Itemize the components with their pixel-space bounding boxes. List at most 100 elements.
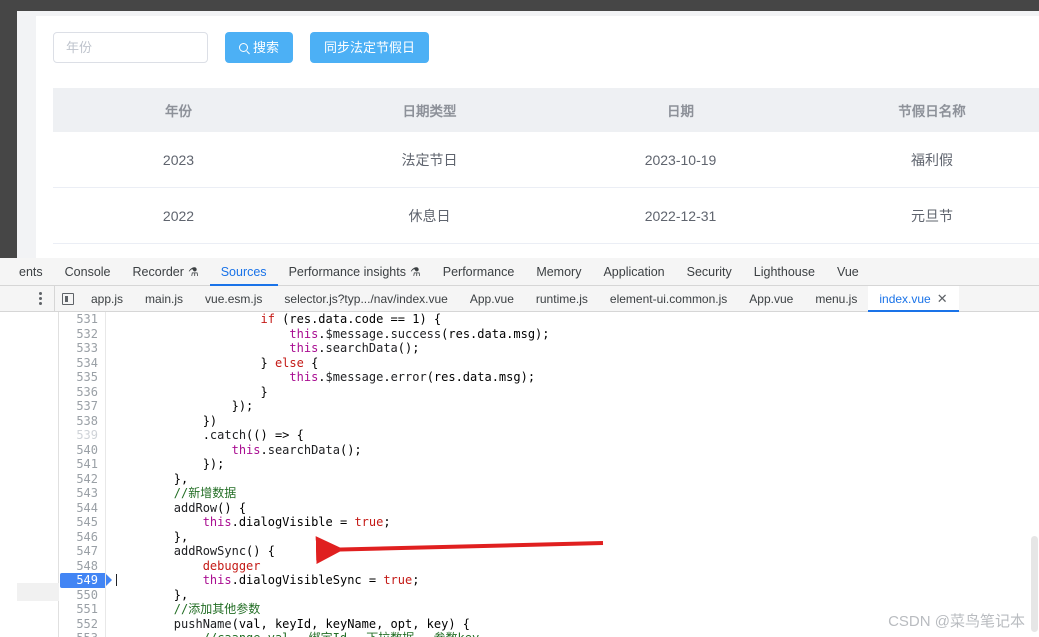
file-tab-label: selector.js?typ.../nav/index.vue (284, 291, 448, 306)
column-header-year: 年份 (165, 104, 192, 119)
column-header-date: 日期 (667, 104, 694, 119)
devtools-tab-bar: ents Console Recorder ⚗ Sources Performance i… (0, 258, 1039, 286)
cell-date-type: 休息日 (408, 207, 451, 224)
web-page-area: 搜索 同步法定节假日 年份 日期类型 日期 节假日名称 2023 法定节日 20… (17, 11, 1039, 258)
line-number[interactable]: 551 (60, 602, 105, 617)
code-line-content: .catch(() => { (105, 428, 1039, 443)
table-row[interactable]: 2022 休息日 2022-12-31 元旦节 (53, 188, 1039, 244)
more-options-icon[interactable] (26, 286, 54, 312)
navigator-pane[interactable] (17, 312, 59, 637)
devtools-tab-performance-insights[interactable]: Performance insights ⚗ (278, 258, 432, 286)
close-icon[interactable]: ✕ (937, 286, 948, 312)
code-line[interactable]: 545 this.dialogVisible = true; (60, 515, 1039, 530)
devtools-tab-lighthouse[interactable]: Lighthouse (743, 258, 826, 286)
code-line[interactable]: 547 addRowSync() { (60, 544, 1039, 559)
line-number[interactable]: 536 (60, 384, 105, 399)
file-tab-element-ui-common-js[interactable]: element-ui.common.js (599, 286, 738, 312)
devtools-tab-recorder[interactable]: Recorder ⚗ (122, 258, 210, 286)
devtools-tab-ents[interactable]: ents (8, 258, 54, 286)
code-line[interactable]: 539 .catch(() => { (60, 428, 1039, 443)
code-line[interactable]: 538 }) (60, 413, 1039, 428)
file-tab-selector-js-typ-nav-index-vue[interactable]: selector.js?typ.../nav/index.vue (273, 286, 458, 312)
cell-date: 2023-10-19 (644, 151, 717, 168)
devtools-tab-label: Recorder (132, 264, 184, 279)
devtools-tab-performance[interactable]: Performance (432, 258, 526, 286)
file-tab-vue-esm-js[interactable]: vue.esm.js (194, 286, 273, 312)
devtools-panel: ents Console Recorder ⚗ Sources Performance i… (0, 258, 1039, 637)
line-number[interactable]: 533 (60, 341, 105, 356)
code-line[interactable]: 544 addRow() { (60, 500, 1039, 515)
line-number[interactable]: 542 (60, 471, 105, 486)
code-line[interactable]: 553 //caange val ，绑定Id ，下拉数据 ，参数key (60, 631, 1039, 637)
code-line-content: this.$message.error(res.data.msg); (105, 370, 1039, 385)
line-number[interactable]: 532 (60, 326, 105, 341)
devtools-tab-console[interactable]: Console (54, 258, 122, 286)
code-line-content: this.dialogVisibleSync = true; (105, 573, 1039, 588)
devtools-tab-label: Lighthouse (753, 264, 815, 279)
line-number[interactable]: 539 (60, 428, 105, 443)
file-tab-app-vue[interactable]: App.vue (738, 286, 804, 312)
code-line[interactable]: 543 //新增数据 (60, 486, 1039, 501)
file-tab-label: main.js (145, 291, 184, 306)
code-line-content: } (105, 384, 1039, 399)
editor-vertical-scrollbar[interactable] (1030, 366, 1039, 637)
file-tab-app-vue[interactable]: App.vue (459, 286, 525, 312)
line-number[interactable]: 550 (60, 587, 105, 602)
devtools-tab-security[interactable]: Security (676, 258, 743, 286)
line-number[interactable]: 548 (60, 558, 105, 573)
code-line[interactable]: 540 this.searchData(); (60, 442, 1039, 457)
source-code-editor[interactable]: 531 if (res.data.code == 1) {532 this.$m… (60, 312, 1039, 637)
line-number[interactable]: 531 (60, 312, 105, 327)
file-tab-app-js[interactable]: app.js (80, 286, 134, 312)
breakpoint-line-number[interactable]: 549 (60, 573, 112, 588)
code-line[interactable]: 550 }, (60, 587, 1039, 602)
file-tab-runtime-js[interactable]: runtime.js (525, 286, 599, 312)
experiment-flask-icon: ⚗ (187, 264, 199, 279)
line-number[interactable]: 534 (60, 355, 105, 370)
code-line[interactable]: 532 this.$message.success(res.data.msg); (60, 326, 1039, 341)
file-tab-index-vue[interactable]: index.vue ✕ (868, 285, 959, 312)
file-tab-label: App.vue (749, 291, 794, 306)
code-line[interactable]: 542 }, (60, 471, 1039, 486)
line-number[interactable]: 547 (60, 544, 105, 559)
code-line[interactable]: 534 } else { (60, 355, 1039, 370)
file-tab-label: index.vue (879, 291, 931, 306)
line-number[interactable]: 535 (60, 370, 105, 385)
code-line[interactable]: 536 } (60, 384, 1039, 399)
devtools-tab-application[interactable]: Application (592, 258, 675, 286)
search-button[interactable]: 搜索 (225, 32, 294, 63)
code-line[interactable]: 546 }, (60, 529, 1039, 544)
devtools-tab-vue[interactable]: Vue (826, 258, 870, 286)
code-line[interactable]: 537 }); (60, 399, 1039, 414)
line-number[interactable]: 544 (60, 500, 105, 515)
code-line[interactable]: 535 this.$message.error(res.data.msg); (60, 370, 1039, 385)
sync-holidays-button[interactable]: 同步法定节假日 (310, 32, 430, 63)
line-number[interactable]: 552 (60, 616, 105, 631)
table-row[interactable]: 2023 法定节日 2023-10-19 福利假 (53, 132, 1039, 188)
devtools-tab-sources[interactable]: Sources (210, 258, 278, 286)
code-line[interactable]: 549 this.dialogVisibleSync = true; (60, 573, 1039, 588)
code-line[interactable]: 541 }); (60, 457, 1039, 472)
line-number[interactable]: 541 (60, 457, 105, 472)
line-number[interactable]: 537 (60, 399, 105, 414)
file-tab-menu-js[interactable]: menu.js (804, 286, 868, 312)
code-line[interactable]: 531 if (res.data.code == 1) { (60, 312, 1039, 327)
devtools-tab-label: Application (603, 264, 665, 279)
table-header-row: 年份 日期类型 日期 节假日名称 (53, 88, 1039, 132)
scrollbar-thumb[interactable] (1031, 536, 1038, 632)
line-number[interactable]: 538 (60, 413, 105, 428)
line-number[interactable]: 553 (60, 631, 105, 637)
code-line[interactable]: 548 debugger (60, 558, 1039, 573)
toggle-navigator-icon[interactable] (54, 285, 80, 312)
year-search-input[interactable] (53, 32, 208, 63)
line-number[interactable]: 545 (60, 515, 105, 530)
file-tab-main-js[interactable]: main.js (134, 286, 194, 312)
devtools-tab-memory[interactable]: Memory (525, 258, 592, 286)
line-number[interactable]: 546 (60, 529, 105, 544)
screenshot-root: 搜索 同步法定节假日 年份 日期类型 日期 节假日名称 2023 法定节日 20… (0, 0, 1039, 637)
code-line[interactable]: 533 this.searchData(); (60, 341, 1039, 356)
code-line-content: }, (105, 587, 1039, 602)
cell-date: 2022-12-31 (644, 207, 717, 224)
line-number[interactable]: 540 (60, 442, 105, 457)
line-number[interactable]: 543 (60, 486, 105, 501)
